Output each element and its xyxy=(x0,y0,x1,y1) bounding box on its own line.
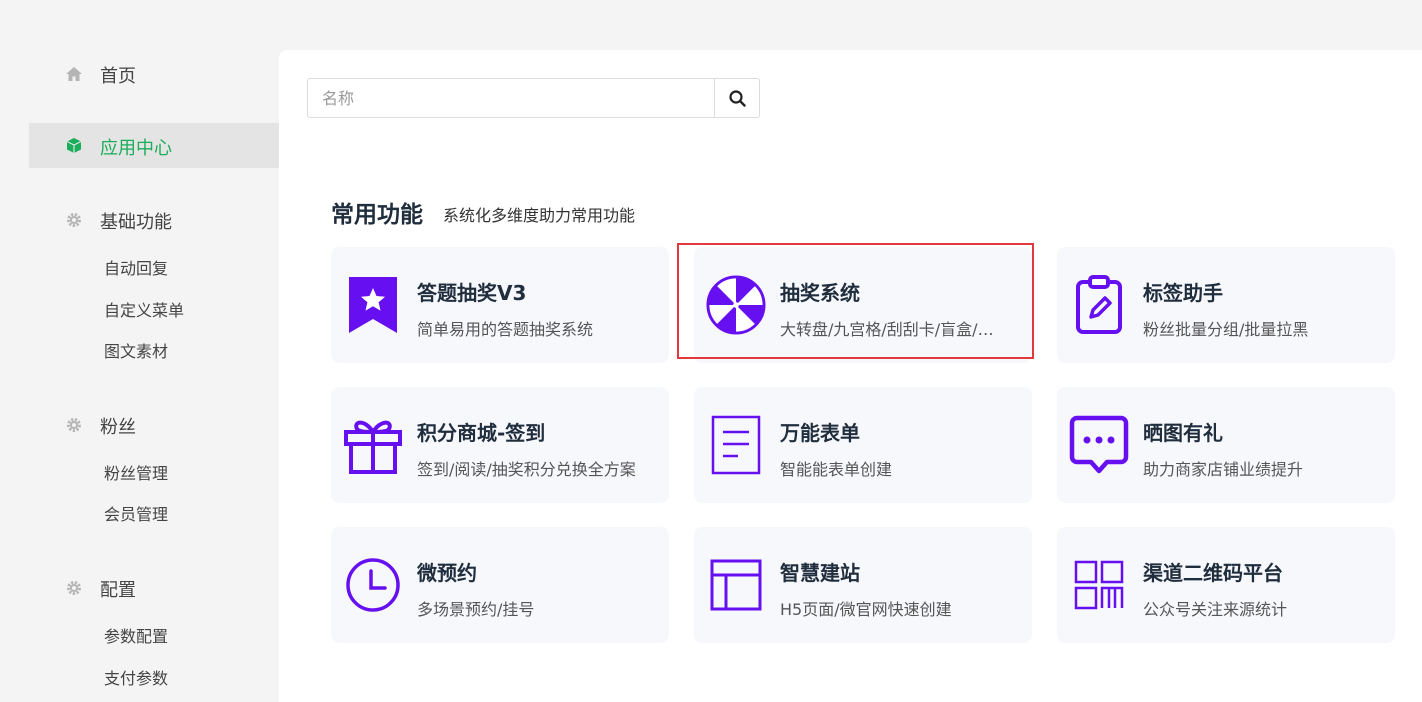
gift-icon xyxy=(343,415,403,475)
app-card-desc: 粉丝批量分组/批量拉黑 xyxy=(1143,320,1309,339)
nav-member-manage[interactable]: 会员管理 xyxy=(104,501,168,525)
clock-icon xyxy=(343,555,403,615)
app-card-title: 渠道二维码平台 xyxy=(1143,561,1283,585)
app-card-quiz-lottery[interactable]: 答题抽奖V3 简单易用的答题抽奖系统 xyxy=(331,247,669,363)
app-card-site-builder[interactable]: 智慧建站 H5页面/微官网快速创建 xyxy=(694,527,1032,643)
lottery-wheel-icon xyxy=(706,275,766,335)
nav-app-center-label: 应用中心 xyxy=(100,138,172,159)
nav-pay-params[interactable]: 支付参数 xyxy=(104,665,168,689)
sidebar: 首页 应用中心 基础功能 自动回复 自定义菜单 图文素材 粉丝 粉丝管理 会员管… xyxy=(0,0,279,702)
cube-icon xyxy=(66,137,82,153)
app-card-universal-form[interactable]: 万能表单 智能能表单创建 xyxy=(694,387,1032,503)
app-card-lottery-system[interactable]: 抽奖系统 大转盘/九宫格/刮刮卡/盲盒/… xyxy=(694,247,1032,363)
home-icon xyxy=(66,66,82,82)
search-button[interactable] xyxy=(714,79,759,117)
search-input[interactable] xyxy=(308,79,714,117)
ribbon-star-icon xyxy=(343,275,403,335)
app-card-desc: 多场景预约/挂号 xyxy=(417,600,535,619)
app-card-photo-gift[interactable]: 晒图有礼 助力商家店铺业绩提升 xyxy=(1057,387,1395,503)
app-card-title: 晒图有礼 xyxy=(1143,421,1223,445)
app-card-desc: 签到/阅读/抽奖积分兑换全方案 xyxy=(417,460,636,479)
nav-config[interactable]: 配置 xyxy=(0,576,279,601)
nav-param-config[interactable]: 参数配置 xyxy=(104,623,168,647)
nav-custom-menu[interactable]: 自定义菜单 xyxy=(104,297,184,321)
app-card-title: 万能表单 xyxy=(780,421,860,445)
app-card-tag-helper[interactable]: 标签助手 粉丝批量分组/批量拉黑 xyxy=(1057,247,1395,363)
app-card-title: 答题抽奖V3 xyxy=(417,281,527,305)
app-card-title: 抽奖系统 xyxy=(780,281,860,305)
nav-home-label: 首页 xyxy=(100,66,136,87)
section-title: 常用功能 xyxy=(331,202,423,228)
qrcode-grid-icon xyxy=(1069,555,1129,615)
app-card-title: 积分商城-签到 xyxy=(417,421,546,445)
app-card-channel-qrcode[interactable]: 渠道二维码平台 公众号关注来源统计 xyxy=(1057,527,1395,643)
main-panel: 常用功能 系统化多维度助力常用功能 答题抽奖V3 简单易用的答题抽奖系统 抽奖系… xyxy=(279,50,1422,702)
nav-auto-reply[interactable]: 自动回复 xyxy=(104,255,168,279)
gear-icon xyxy=(66,580,82,596)
search-box xyxy=(307,78,760,118)
nav-media[interactable]: 图文素材 xyxy=(104,338,168,362)
nav-fans-manage[interactable]: 粉丝管理 xyxy=(104,460,168,484)
gear-icon xyxy=(66,212,82,228)
app-card-title: 智慧建站 xyxy=(780,561,860,585)
nav-fans[interactable]: 粉丝 xyxy=(0,413,279,438)
app-card-points-mall[interactable]: 积分商城-签到 签到/阅读/抽奖积分兑换全方案 xyxy=(331,387,669,503)
nav-fans-label: 粉丝 xyxy=(100,417,136,438)
nav-home[interactable]: 首页 xyxy=(0,62,279,87)
app-card-title: 标签助手 xyxy=(1143,281,1223,305)
nav-basic[interactable]: 基础功能 xyxy=(0,208,279,233)
section-subtitle: 系统化多维度助力常用功能 xyxy=(443,206,636,225)
gear-icon xyxy=(66,417,82,433)
search-icon xyxy=(728,89,746,107)
app-card-desc: 公众号关注来源统计 xyxy=(1143,600,1288,619)
app-card-appointment[interactable]: 微预约 多场景预约/挂号 xyxy=(331,527,669,643)
form-document-icon xyxy=(706,415,766,475)
app-card-desc: 大转盘/九宫格/刮刮卡/盲盒/… xyxy=(780,320,994,339)
layout-icon xyxy=(706,555,766,615)
nav-app-center[interactable]: 应用中心 xyxy=(29,123,279,168)
app-card-title: 微预约 xyxy=(417,561,477,585)
nav-config-label: 配置 xyxy=(100,580,136,601)
nav-basic-label: 基础功能 xyxy=(100,212,172,233)
chat-bubble-icon xyxy=(1069,415,1129,475)
app-card-desc: 简单易用的答题抽奖系统 xyxy=(417,320,594,339)
app-card-desc: 助力商家店铺业绩提升 xyxy=(1143,460,1304,479)
app-card-desc: H5页面/微官网快速创建 xyxy=(780,600,952,619)
tag-clipboard-icon xyxy=(1069,275,1129,335)
app-card-desc: 智能能表单创建 xyxy=(780,460,893,479)
